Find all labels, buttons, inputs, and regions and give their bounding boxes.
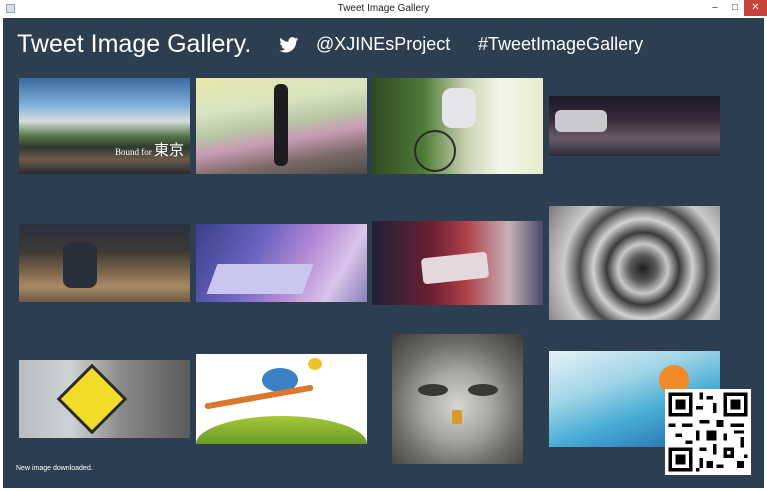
account-handle: @XJINEsProject	[316, 34, 451, 54]
hashtag-label: #TweetImageGallery	[478, 34, 644, 54]
gallery-image-crossing-sign[interactable]	[19, 360, 190, 438]
gallery-image-woman-walking[interactable]	[196, 78, 367, 174]
gallery-image-spiral-staircase[interactable]	[549, 206, 720, 320]
gallery-app: Tweet Image Gallery. @XJINEsProject #Twe…	[3, 18, 764, 488]
gallery-image-sneakers-gravel[interactable]	[19, 224, 190, 302]
tile-caption: Bound for 東京	[114, 143, 184, 159]
maximize-button[interactable]: □	[724, 0, 746, 16]
gallery-image-smartphone[interactable]	[372, 221, 543, 305]
status-message: New image downloaded.	[16, 465, 93, 472]
window-titlebar: Tweet Image Gallery – □ ✕	[0, 0, 767, 18]
qr-code	[665, 389, 751, 475]
gallery-image-night-street[interactable]	[549, 96, 720, 156]
close-button[interactable]: ✕	[744, 0, 767, 16]
gallery-image-cyclist[interactable]	[372, 78, 543, 174]
gallery-image-owl[interactable]	[392, 334, 523, 464]
gallery-image-bound-for-tokyo[interactable]: Bound for 東京	[19, 78, 190, 174]
window-title: Tweet Image Gallery	[337, 3, 430, 14]
app-title: Tweet Image Gallery.	[17, 30, 252, 58]
gallery-image-bird-illustration[interactable]	[196, 354, 367, 444]
twitter-bird-icon	[279, 37, 299, 53]
gallery-image-keyboard-mouse[interactable]	[196, 224, 367, 302]
minimize-button[interactable]: –	[704, 0, 726, 16]
